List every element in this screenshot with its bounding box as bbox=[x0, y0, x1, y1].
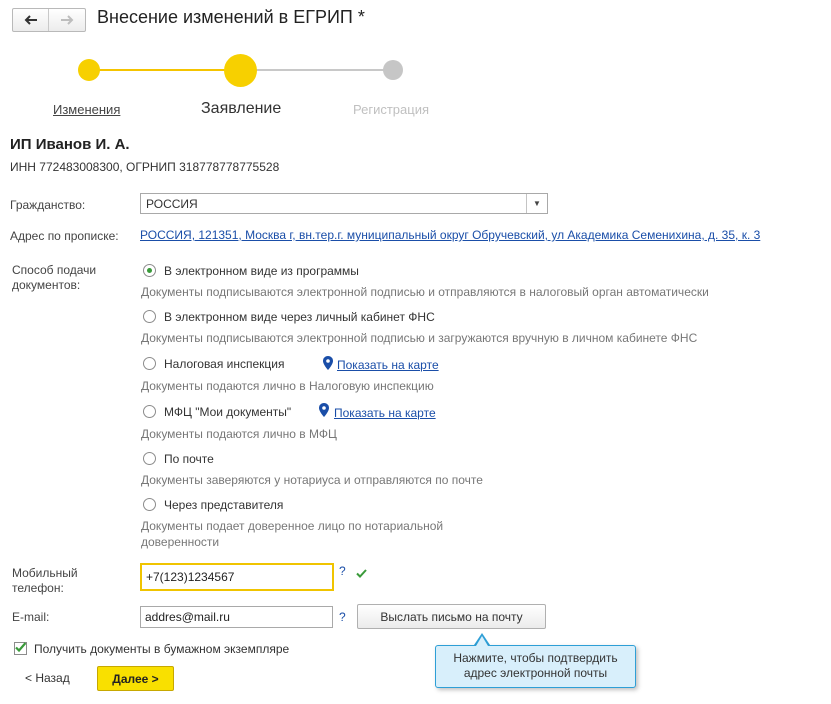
citizenship-label: Гражданство: bbox=[10, 198, 86, 212]
send-email-button[interactable]: Выслать письмо на почту bbox=[357, 604, 546, 629]
back-button[interactable]: < Назад bbox=[25, 671, 70, 685]
mfc-map-link[interactable]: Показать на карте bbox=[334, 406, 436, 420]
email-value: addres@mail.ru bbox=[145, 610, 230, 624]
stepper-line-pending bbox=[241, 69, 393, 71]
phone-label-line2: телефон: bbox=[12, 581, 64, 595]
checkmark-icon bbox=[15, 642, 27, 653]
phone-help-icon[interactable]: ? bbox=[339, 564, 346, 578]
step-label-application: Заявление bbox=[201, 100, 282, 117]
step-dot-application bbox=[224, 54, 257, 87]
tooltip-pointer-inner bbox=[476, 636, 488, 646]
arrow-left-icon bbox=[24, 15, 37, 25]
option-desc-tax-office: Документы подаются лично в Налоговую инс… bbox=[141, 379, 434, 393]
option-label-representative[interactable]: Через представителя bbox=[164, 498, 283, 512]
option-label-post[interactable]: По почте bbox=[164, 452, 214, 466]
phone-input[interactable]: +7(123)1234567 bbox=[140, 563, 334, 591]
entrepreneur-ids: ИНН 772483008300, ОГРНИП 318778778775528 bbox=[10, 160, 280, 174]
radio-electronic-cabinet[interactable] bbox=[143, 310, 156, 323]
email-label: E-mail: bbox=[12, 610, 50, 624]
radio-mfc[interactable] bbox=[143, 405, 156, 418]
address-label: Адрес по прописке: bbox=[10, 229, 119, 243]
map-pin-icon bbox=[323, 356, 333, 370]
navigation-buttons bbox=[12, 8, 86, 32]
arrow-right-icon bbox=[60, 15, 73, 25]
citizenship-value: РОССИЯ bbox=[146, 197, 198, 211]
page-title: Внесение изменений в ЕГРИП * bbox=[97, 7, 365, 27]
map-pin-icon bbox=[319, 403, 329, 417]
option-desc-electronic-cabinet: Документы подписываются электронной подп… bbox=[141, 331, 698, 345]
option-label-mfc[interactable]: МФЦ "Мои документы" bbox=[164, 405, 291, 419]
radio-representative[interactable] bbox=[143, 498, 156, 511]
submission-label-line1: Способ подачи bbox=[12, 263, 97, 277]
dropdown-arrow-icon[interactable]: ▼ bbox=[526, 194, 547, 213]
back-nav-button[interactable] bbox=[13, 9, 48, 31]
tooltip-line1: Нажмите, чтобы подтвердить bbox=[453, 651, 618, 665]
radio-post[interactable] bbox=[143, 452, 156, 465]
check-icon bbox=[356, 569, 367, 578]
option-label-electronic-program[interactable]: В электронном виде из программы bbox=[164, 264, 359, 278]
step-dot-registration bbox=[383, 60, 403, 80]
step-dot-changes bbox=[78, 59, 100, 81]
submission-label-line2: документов: bbox=[12, 278, 81, 292]
step-label-registration: Регистрация bbox=[353, 102, 429, 117]
next-button[interactable]: Далее > bbox=[97, 666, 174, 691]
option-desc-post: Документы заверяются у нотариуса и отпра… bbox=[141, 473, 483, 487]
paper-copy-label[interactable]: Получить документы в бумажном экземпляре bbox=[34, 642, 289, 656]
option-label-tax-office[interactable]: Налоговая инспекция bbox=[164, 357, 285, 371]
option-label-electronic-cabinet[interactable]: В электронном виде через личный кабинет … bbox=[164, 310, 435, 324]
email-help-icon[interactable]: ? bbox=[339, 610, 346, 624]
stepper-line-done bbox=[89, 69, 241, 71]
citizenship-select[interactable]: РОССИЯ ▼ bbox=[140, 193, 548, 214]
paper-copy-checkbox[interactable] bbox=[14, 642, 27, 655]
email-confirm-tooltip: Нажмите, чтобы подтвердить адрес электро… bbox=[435, 645, 636, 688]
phone-value: +7(123)1234567 bbox=[146, 570, 235, 584]
step-link-changes[interactable]: Изменения bbox=[53, 102, 120, 117]
forward-nav-button[interactable] bbox=[48, 9, 84, 31]
address-link[interactable]: РОССИЯ, 121351, Москва г, вн.тер.г. муни… bbox=[140, 228, 831, 242]
option-desc-electronic-program: Документы подписываются электронной подп… bbox=[141, 285, 709, 299]
tooltip-line2: адрес электронной почты bbox=[463, 666, 608, 680]
tax-office-map-link[interactable]: Показать на карте bbox=[337, 358, 439, 372]
radio-electronic-program[interactable] bbox=[143, 264, 156, 277]
radio-tax-office[interactable] bbox=[143, 357, 156, 370]
option-desc-representative-line1: Документы подает доверенное лицо по нота… bbox=[141, 519, 444, 533]
email-input[interactable]: addres@mail.ru bbox=[140, 606, 333, 628]
option-desc-mfc: Документы подаются лично в МФЦ bbox=[141, 427, 337, 441]
option-desc-representative-line2: доверенности bbox=[141, 535, 220, 549]
phone-label-line1: Мобильный bbox=[12, 566, 78, 580]
entrepreneur-name: ИП Иванов И. А. bbox=[10, 136, 130, 153]
